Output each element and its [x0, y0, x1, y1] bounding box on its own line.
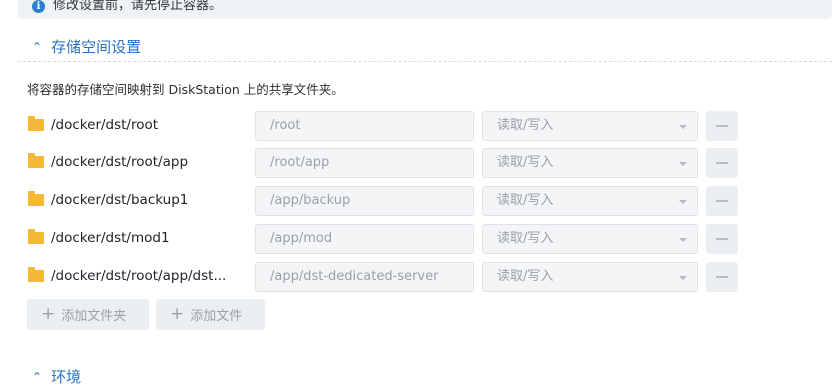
notice-text: 修改设置前，请先停止容器。: [53, 0, 223, 13]
remove-volume-button[interactable]: [706, 186, 738, 216]
storage-description: 将容器的存储空间映射到 DiskStation 上的共享文件夹。: [27, 82, 344, 97]
permission-value: 读取/写入: [497, 231, 554, 246]
storage-section-title: 存储空间设置: [51, 38, 142, 56]
add-file-label: 添加文件: [190, 309, 243, 324]
permission-select[interactable]: 读取/写入: [482, 186, 698, 216]
storage-section-toggle[interactable]: ⌃ 存储空间设置: [32, 36, 141, 57]
caret-down-icon: [679, 276, 687, 280]
volume-path: /docker/dst/backup1: [51, 192, 189, 208]
info-icon: i: [32, 0, 45, 13]
env-section-toggle[interactable]: ⌃ 环境: [32, 366, 81, 387]
folder-icon: [28, 116, 44, 131]
permission-select[interactable]: 读取/写入: [482, 224, 698, 254]
volume-row: /docker/dst/root /root 读取/写入: [0, 111, 832, 141]
volume-row: /docker/dst/backup1 /app/backup 读取/写入: [0, 186, 832, 216]
permission-select[interactable]: 读取/写入: [482, 262, 698, 292]
mount-path-field[interactable]: /app/backup: [255, 186, 474, 216]
folder-icon: [28, 267, 44, 282]
mount-path-field[interactable]: /app/mod: [255, 224, 474, 254]
volume-path: /docker/dst/root/app/dst...: [51, 268, 227, 284]
plus-icon: +: [170, 304, 185, 324]
permission-select[interactable]: 读取/写入: [482, 111, 698, 141]
folder-icon: [28, 229, 44, 244]
mount-path-field[interactable]: /app/dst-dedicated-server: [255, 262, 474, 292]
add-folder-button[interactable]: + 添加文件夹: [27, 299, 149, 330]
permission-select[interactable]: 读取/写入: [482, 148, 698, 178]
remove-volume-button[interactable]: [706, 111, 738, 141]
permission-value: 读取/写入: [497, 193, 554, 208]
permission-value: 读取/写入: [497, 269, 554, 284]
remove-volume-button[interactable]: [706, 262, 738, 292]
volume-path: /docker/dst/root/app: [51, 154, 189, 170]
mount-path-field[interactable]: /root: [255, 111, 474, 141]
volume-row: /docker/dst/root/app/dst... /app/dst-ded…: [0, 262, 832, 292]
caret-down-icon: [679, 200, 687, 204]
env-section-title: 环境: [51, 368, 82, 386]
mount-path-field[interactable]: /root/app: [255, 148, 474, 178]
volume-path: /docker/dst/root: [51, 117, 159, 133]
permission-value: 读取/写入: [497, 118, 554, 133]
caret-down-icon: [679, 238, 687, 242]
folder-icon: [28, 153, 44, 168]
notice-banner: i 修改设置前，请先停止容器。: [18, 0, 832, 19]
volume-row: /docker/dst/root/app /root/app 读取/写入: [0, 148, 832, 178]
folder-icon: [28, 191, 44, 206]
add-folder-label: 添加文件夹: [61, 309, 127, 324]
permission-value: 读取/写入: [497, 155, 554, 170]
section-divider: [18, 61, 832, 62]
plus-icon: +: [41, 304, 56, 324]
caret-down-icon: [679, 125, 687, 129]
remove-volume-button[interactable]: [706, 148, 738, 178]
chevron-up-icon: ⌃: [32, 39, 43, 54]
add-file-button[interactable]: + 添加文件: [156, 299, 265, 330]
volume-path: /docker/dst/mod1: [51, 230, 170, 246]
remove-volume-button[interactable]: [706, 224, 738, 254]
chevron-up-icon: ⌃: [32, 369, 43, 384]
volume-row: /docker/dst/mod1 /app/mod 读取/写入: [0, 224, 832, 254]
caret-down-icon: [679, 162, 687, 166]
